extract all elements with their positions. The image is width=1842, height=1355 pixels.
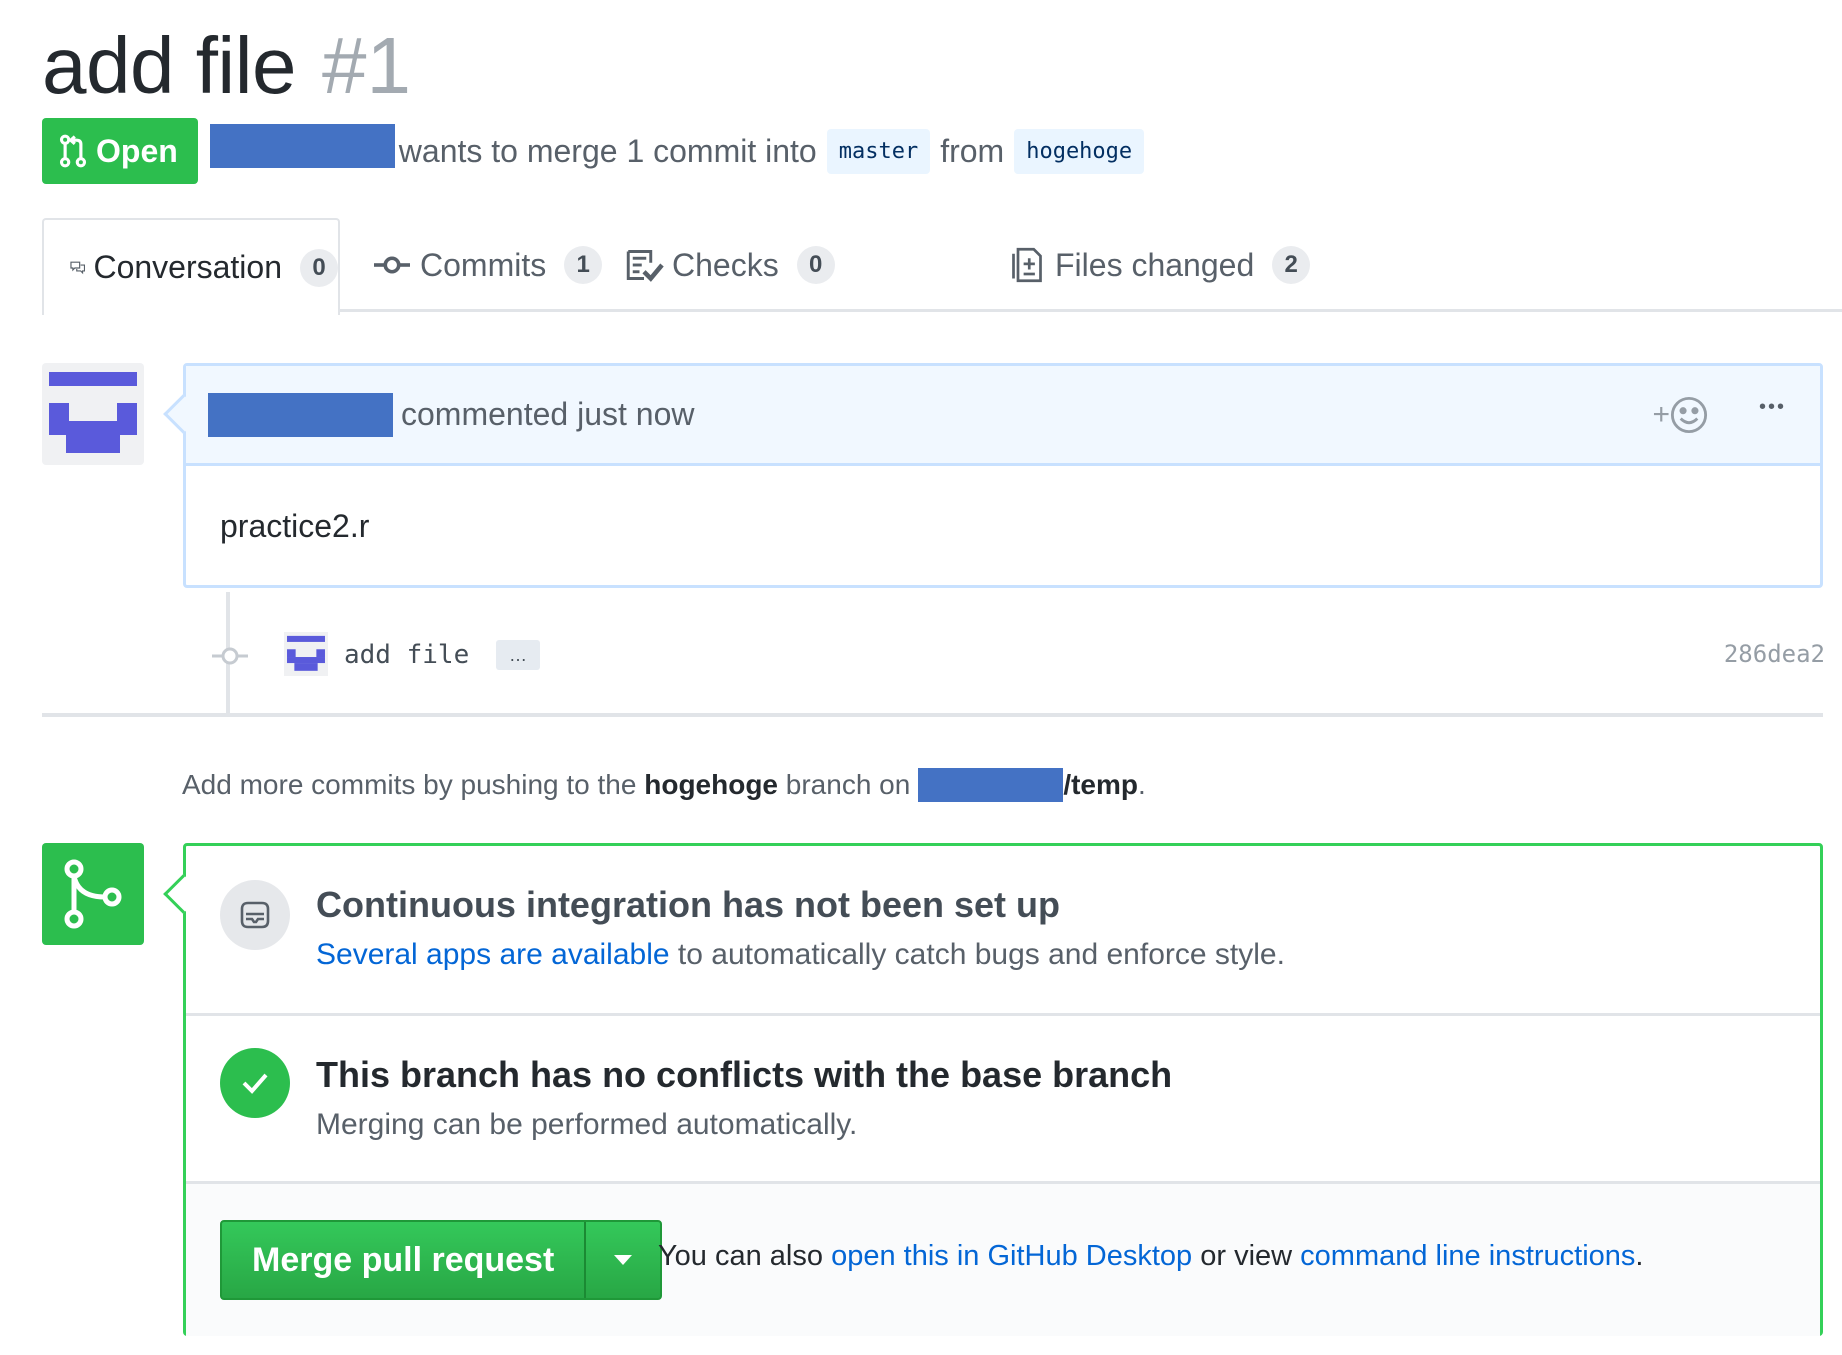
add-reaction-button[interactable]: + xyxy=(1652,396,1708,434)
comment-card: commented just now + ••• practice2.r xyxy=(163,363,1823,588)
state-badge: Open xyxy=(42,118,198,184)
tab-conversation[interactable]: Conversation 0 xyxy=(42,218,340,315)
push-hint-repo[interactable]: /temp xyxy=(1063,769,1138,801)
redacted-repo-owner[interactable] xyxy=(918,768,1064,802)
comment-header: commented just now + ••• xyxy=(186,366,1820,466)
comment-discussion-icon xyxy=(70,261,86,274)
commit-sha[interactable]: 286dea2 xyxy=(1724,640,1825,668)
git-commit-icon xyxy=(212,647,248,665)
git-pull-request-icon xyxy=(59,134,87,168)
check-icon xyxy=(242,1073,268,1094)
commit-author-avatar[interactable] xyxy=(284,632,328,676)
pr-title: add file xyxy=(42,21,296,110)
file-diff-icon xyxy=(1012,247,1042,283)
reaction-plus: + xyxy=(1652,398,1670,431)
tab-label: Checks xyxy=(672,246,779,283)
merge-box: Continuous integration has not been set … xyxy=(163,843,1823,1336)
comment-timestamp: commented just now xyxy=(401,396,695,432)
tab-commits[interactable]: Commits 1 xyxy=(372,218,603,312)
alt-middle: or view xyxy=(1200,1240,1293,1272)
command-line-link[interactable]: command line instructions xyxy=(1300,1240,1635,1272)
caret-down-icon xyxy=(614,1255,633,1265)
push-hint-prefix: Add more commits by pushing to the xyxy=(182,769,637,800)
pr-number: #1 xyxy=(321,21,411,110)
merge-from-text: from xyxy=(940,132,1005,169)
commit-message[interactable]: add file xyxy=(344,640,469,670)
push-hint-suffix: . xyxy=(1138,769,1146,800)
checklist-icon xyxy=(626,250,664,282)
push-hint-branch: hogehoge xyxy=(644,769,778,800)
redacted-comment-author[interactable] xyxy=(208,392,393,437)
identicon-image xyxy=(49,372,137,453)
merge-pull-request-button[interactable]: Merge pull request xyxy=(222,1222,584,1298)
smiley-icon xyxy=(1670,396,1708,434)
pr-tabs: Conversation 0 Commits 1 Checks 0 Files … xyxy=(42,218,1842,315)
tab-label: Files changed xyxy=(1055,246,1255,283)
conflicts-subtitle: Merging can be performed automatically. xyxy=(316,1108,858,1141)
push-hint-middle: branch on xyxy=(785,769,911,800)
tab-checks[interactable]: Checks 0 xyxy=(624,218,835,312)
pr-meta-row: Open wants to merge 1 commit into master… xyxy=(42,118,1154,184)
merge-alternatives: You can also open this in GitHub Desktop… xyxy=(658,1240,1643,1273)
pr-title-row: add file #1 xyxy=(42,20,411,110)
alt-prefix: You can also xyxy=(658,1240,824,1272)
commit-row: add file … 286dea2 xyxy=(210,628,1825,684)
tab-counter: 0 xyxy=(300,248,338,287)
check-circle xyxy=(220,1048,290,1118)
merge-button-group: Merge pull request xyxy=(220,1220,663,1300)
ci-icon-circle xyxy=(220,880,290,950)
push-hint: Add more commits by pushing to the hogeh… xyxy=(182,768,1146,802)
tab-files-changed[interactable]: Files changed 2 xyxy=(1007,218,1311,312)
alt-suffix: . xyxy=(1635,1240,1644,1272)
commit-expand-button[interactable]: … xyxy=(496,640,540,670)
state-label: Open xyxy=(96,132,178,169)
ci-subtitle: Several apps are available to automatica… xyxy=(316,938,1285,972)
author-avatar[interactable] xyxy=(42,363,144,465)
ci-subtitle-text: to automatically catch bugs and enforce … xyxy=(677,938,1285,971)
conflicts-section: This branch has no conflicts with the ba… xyxy=(186,1016,1820,1184)
merge-options-dropdown[interactable] xyxy=(584,1222,660,1298)
tab-counter: 2 xyxy=(1272,246,1311,284)
more-options-button[interactable]: ••• xyxy=(1759,396,1786,419)
tab-counter: 1 xyxy=(564,246,603,284)
base-branch[interactable]: master xyxy=(826,128,931,174)
tab-counter: 0 xyxy=(796,246,835,284)
git-commit-icon xyxy=(374,256,410,274)
merge-description: wants to merge 1 commit into xyxy=(398,132,817,169)
comment-body: practice2.r xyxy=(220,508,370,544)
head-branch[interactable]: hogehoge xyxy=(1014,128,1145,174)
timeline-divider xyxy=(42,713,1823,717)
tab-label: Conversation xyxy=(93,249,282,285)
github-desktop-link[interactable]: open this in GitHub Desktop xyxy=(831,1240,1192,1272)
merge-status-icon xyxy=(42,843,144,945)
redacted-author[interactable] xyxy=(209,124,395,168)
ci-section: Continuous integration has not been set … xyxy=(186,846,1820,1016)
git-merge-icon xyxy=(64,859,122,929)
ci-apps-link[interactable]: Several apps are available xyxy=(316,938,670,971)
tab-label: Commits xyxy=(420,246,547,283)
ci-title: Continuous integration has not been set … xyxy=(316,884,1060,925)
merge-action-section: Merge pull request You can also open thi… xyxy=(186,1184,1820,1336)
inbox-icon xyxy=(240,901,270,929)
conflicts-title: This branch has no conflicts with the ba… xyxy=(316,1054,1173,1095)
